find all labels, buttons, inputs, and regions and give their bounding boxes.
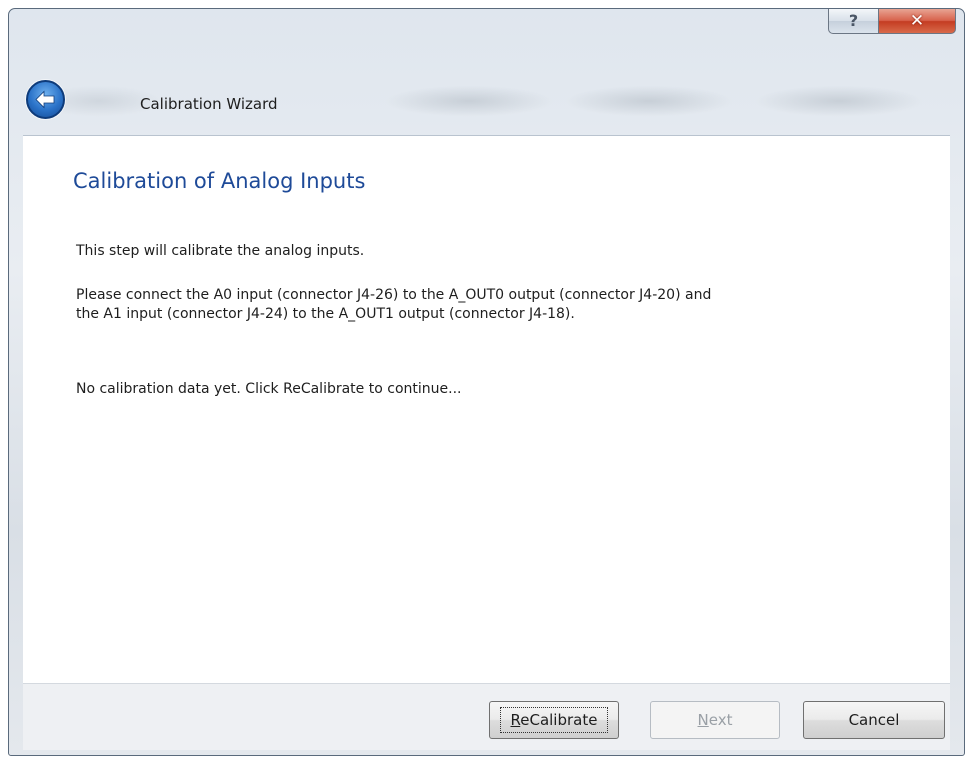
instructions-line: the A1 input (connector J4-24) to the A_… [76,306,575,322]
next-accelerator: N [697,711,709,729]
intro-text: This step will calibrate the analog inpu… [76,243,365,259]
instructions-text: Please connect the A0 input (connector J… [76,286,711,324]
help-icon: ? [848,11,859,30]
help-button[interactable]: ? [828,9,878,34]
next-button[interactable]: Next [650,701,780,739]
recalibrate-label-rest: eCalibrate [520,711,598,729]
wizard-title: Calibration Wizard [140,95,278,113]
caption-buttons: ? ✕ [828,9,956,34]
content-panel: Calibration of Analog Inputs This step w… [23,135,950,684]
title-bar-background [9,9,964,139]
close-icon: ✕ [909,10,925,31]
next-label: Next [698,711,733,729]
back-arrow-icon [35,90,55,109]
recalibrate-label: ReCalibrate [499,707,609,733]
recalibrate-accelerator: R [510,711,521,729]
close-button[interactable]: ✕ [878,9,956,34]
button-bar: ReCalibrate Next Cancel [23,683,950,750]
cancel-button[interactable]: Cancel [803,701,945,739]
instructions-line: Please connect the A0 input (connector J… [76,287,712,303]
status-text: No calibration data yet. Click ReCalibra… [76,381,462,397]
page-heading: Calibration of Analog Inputs [73,169,366,193]
next-label-rest: ext [708,711,733,729]
wizard-window: ? ✕ Calibration Wizard Calibration of An… [8,8,965,756]
back-button[interactable] [26,80,65,119]
recalibrate-button[interactable]: ReCalibrate [489,701,619,739]
